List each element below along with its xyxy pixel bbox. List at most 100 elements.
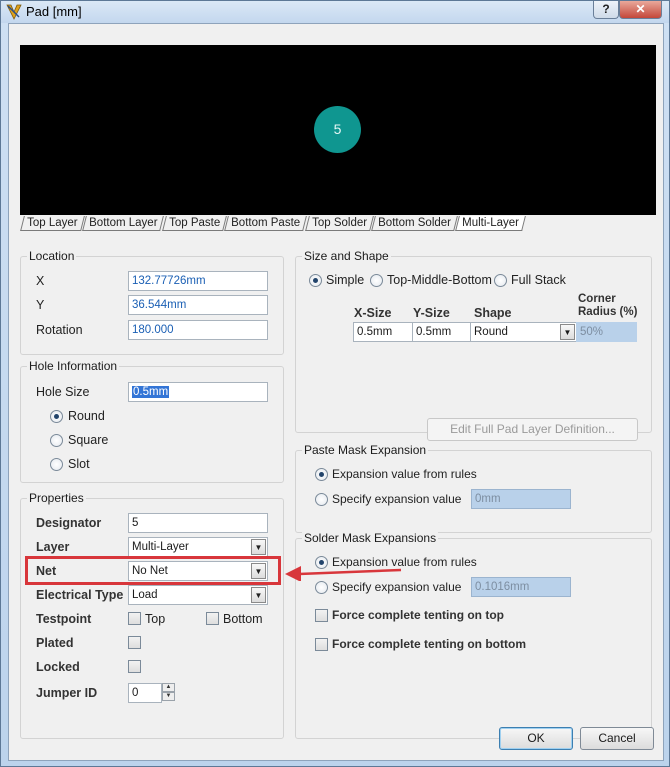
simple-label[interactable]: Simple [326, 273, 364, 287]
close-button[interactable]: ✕ [619, 1, 662, 19]
top-middle-bottom-radio[interactable] [370, 274, 383, 287]
paste-rules-label[interactable]: Expansion value from rules [332, 467, 477, 481]
designator-input[interactable]: 5 [128, 513, 268, 533]
hole-size-input[interactable]: 0.5mm [128, 382, 268, 402]
top-middle-bottom-label[interactable]: Top-Middle-Bottom [387, 273, 492, 287]
testpoint-top-checkbox[interactable] [128, 612, 141, 625]
rotation-label: Rotation [36, 323, 83, 337]
chevron-down-icon[interactable]: ▼ [560, 324, 575, 340]
tent-bottom-label[interactable]: Force complete tenting on bottom [332, 637, 526, 651]
chevron-down-icon[interactable]: ▼ [251, 587, 266, 603]
tab-top-layer[interactable]: Top Layer [20, 216, 85, 231]
hole-size-value: 0.5mm [132, 386, 170, 398]
ok-button[interactable]: OK [499, 727, 573, 750]
testpoint-top-label[interactable]: Top [145, 612, 165, 626]
hole-slot-radio[interactable] [50, 458, 63, 471]
full-stack-label[interactable]: Full Stack [511, 273, 566, 287]
help-button[interactable]: ? [593, 1, 619, 19]
testpoint-bottom-label[interactable]: Bottom [223, 612, 263, 626]
locked-checkbox[interactable] [128, 660, 141, 673]
hole-square-label[interactable]: Square [68, 433, 108, 447]
pad-preview-canvas: 5 [20, 45, 656, 215]
hole-slot-label[interactable]: Slot [68, 457, 90, 471]
window-title: Pad [mm] [26, 4, 82, 19]
tent-top-checkbox[interactable] [315, 609, 328, 622]
electrical-type-label: Electrical Type [36, 588, 124, 602]
tab-multi-layer[interactable]: Multi-Layer [455, 216, 526, 231]
hole-round-radio[interactable] [50, 410, 63, 423]
x-input[interactable]: 132.77726mm [128, 271, 268, 291]
paste-specify-radio[interactable] [315, 493, 328, 506]
size-and-shape-group: Size and Shape Simple Top-Middle-Bottom … [295, 249, 652, 441]
solder-specify-radio[interactable] [315, 581, 328, 594]
shape-cell[interactable]: Round ▼ [470, 322, 577, 342]
x-size-header: X-Size [354, 306, 392, 320]
radius-header: Radius (%) [578, 306, 638, 318]
corner-header: Corner [578, 293, 616, 305]
designator-label: Designator [36, 516, 102, 530]
full-stack-radio[interactable] [494, 274, 507, 287]
tent-bottom-checkbox[interactable] [315, 638, 328, 651]
paste-mask-group: Paste Mask Expansion Expansion value fro… [295, 443, 652, 533]
x-label: X [36, 274, 45, 288]
solder-specify-label[interactable]: Specify expansion value [332, 580, 461, 594]
location-group: Location X 132.77726mm Y 36.544mm Rotati… [20, 249, 284, 355]
y-label: Y [36, 298, 45, 312]
title-bar[interactable]: Pad [mm] ? ✕ [1, 1, 669, 23]
corner-radius-cell: 50% [576, 322, 637, 342]
paste-specify-label[interactable]: Specify expansion value [332, 492, 461, 506]
dialog-client-area: 5 Top Layer Bottom Layer Top Paste Botto… [8, 23, 664, 761]
hole-information-legend: Hole Information [27, 359, 120, 373]
hole-square-radio[interactable] [50, 434, 63, 447]
y-input[interactable]: 36.544mm [128, 295, 268, 315]
pad-dialog-window: Pad [mm] ? ✕ 5 Top Layer Bottom Layer To… [0, 0, 670, 767]
net-highlight-box [25, 556, 281, 585]
testpoint-label: Testpoint [36, 612, 92, 626]
locked-label: Locked [36, 660, 80, 674]
jumper-id-label: Jumper ID [36, 686, 98, 700]
tab-top-solder[interactable]: Top Solder [304, 216, 374, 231]
paste-rules-radio[interactable] [315, 468, 328, 481]
shape-cell-value: Round [474, 326, 508, 338]
pad-preview-label: 5 [333, 121, 342, 137]
properties-legend: Properties [27, 491, 86, 505]
layer-tabs: Top Layer Bottom Layer Top Paste Bottom … [20, 215, 526, 232]
solder-mask-legend: Solder Mask Expansions [302, 531, 439, 545]
layer-select-value: Multi-Layer [132, 541, 189, 553]
chevron-down-icon[interactable]: ▼ [251, 539, 266, 555]
annotation-arrow-icon [285, 566, 402, 581]
layer-label: Layer [36, 540, 70, 554]
simple-radio[interactable] [309, 274, 322, 287]
jumper-id-input[interactable]: 0 [128, 683, 162, 703]
electrical-type-select[interactable]: Load ▼ [128, 585, 268, 605]
size-and-shape-legend: Size and Shape [302, 249, 391, 263]
paste-expansion-input: 0mm [471, 489, 571, 509]
y-size-cell[interactable]: 0.5mm [412, 322, 471, 342]
cancel-button[interactable]: Cancel [580, 727, 654, 750]
properties-group: Properties Designator 5 Layer Multi-Laye… [20, 491, 284, 739]
plated-checkbox[interactable] [128, 636, 141, 649]
size-shape-row: 0.5mm 0.5mm Round ▼ 50% [353, 322, 638, 342]
help-icon: ? [602, 2, 610, 16]
tab-bottom-solder[interactable]: Bottom Solder [370, 216, 458, 231]
x-size-cell[interactable]: 0.5mm [353, 322, 413, 342]
rotation-input[interactable]: 180.000 [128, 320, 268, 340]
spin-down-icon[interactable]: ▼ [162, 692, 175, 701]
altium-app-icon [6, 4, 22, 20]
spin-up-icon[interactable]: ▲ [162, 683, 175, 692]
jumper-id-spinner[interactable]: ▲ ▼ [162, 683, 175, 702]
y-size-header: Y-Size [413, 306, 450, 320]
close-icon: ✕ [635, 2, 646, 16]
electrical-type-value: Load [132, 589, 158, 601]
edit-full-pad-layer-button[interactable]: Edit Full Pad Layer Definition... [427, 418, 638, 441]
testpoint-bottom-checkbox[interactable] [206, 612, 219, 625]
tab-bottom-paste[interactable]: Bottom Paste [224, 216, 308, 231]
hole-round-label[interactable]: Round [68, 409, 105, 423]
tent-top-label[interactable]: Force complete tenting on top [332, 608, 504, 622]
shape-header: Shape [474, 306, 512, 320]
layer-select[interactable]: Multi-Layer ▼ [128, 537, 268, 557]
hole-size-label: Hole Size [36, 385, 90, 399]
tab-bottom-layer[interactable]: Bottom Layer [81, 216, 165, 231]
plated-label: Plated [36, 636, 74, 650]
tab-top-paste[interactable]: Top Paste [161, 216, 227, 231]
